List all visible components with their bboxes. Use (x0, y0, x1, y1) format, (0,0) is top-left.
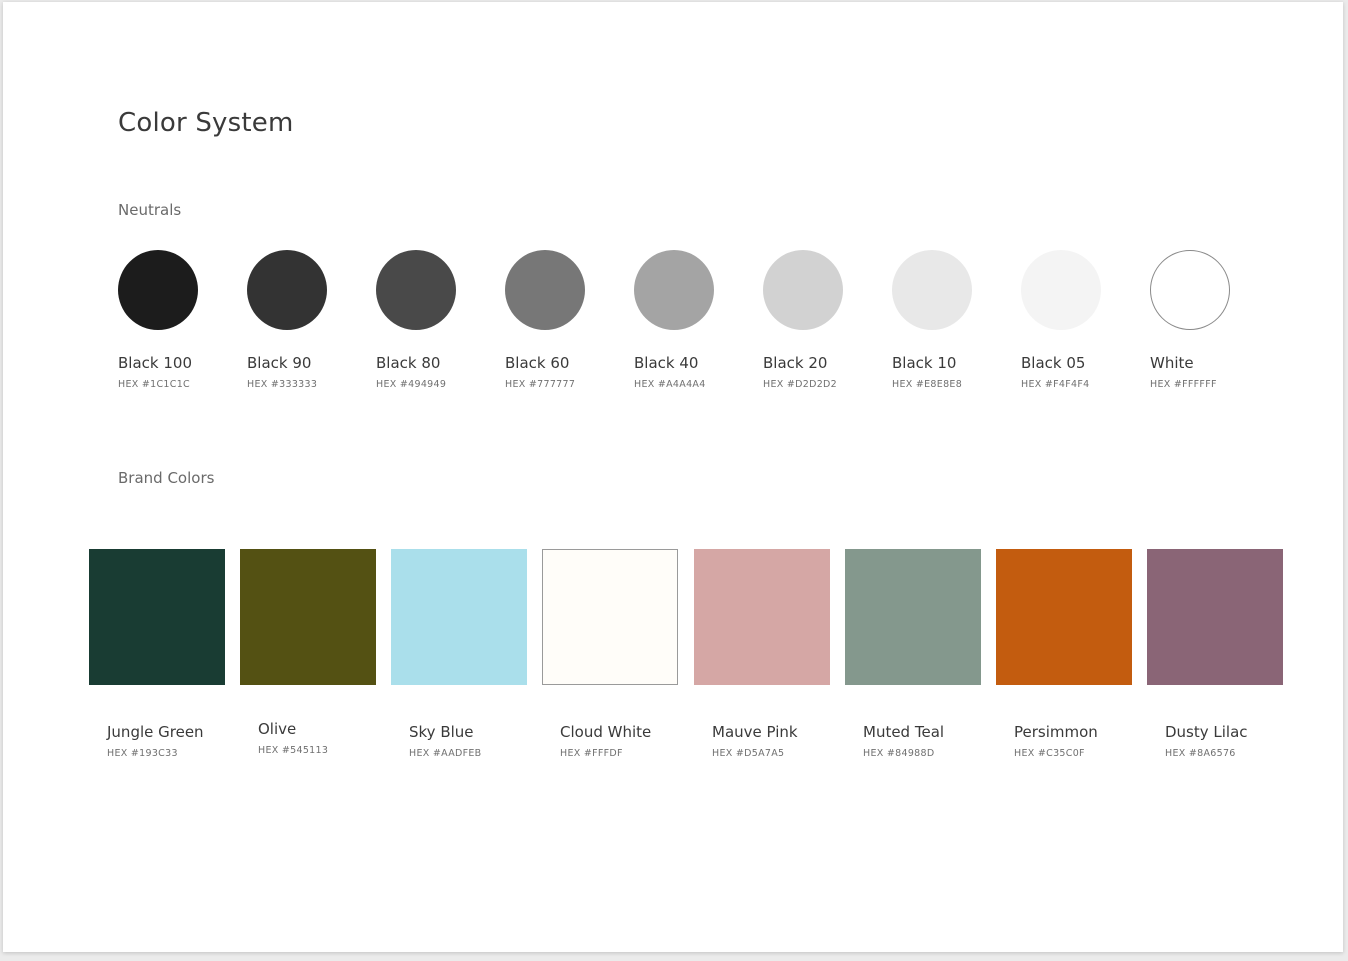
neutral-color-name: White (1150, 354, 1194, 372)
neutral-color-hex: HEX #333333 (247, 379, 318, 390)
neutral-color-hex: HEX #D2D2D2 (763, 379, 838, 390)
brand-color-label: Olive HEX #545113 (258, 720, 398, 756)
brand-color-hex: HEX #D5A7A5 (712, 748, 785, 759)
brand-color-swatch (542, 549, 678, 685)
brand-color-name: Mauve Pink (712, 723, 798, 741)
color-system-sheet: Color System Neutrals Black 100 HEX #1C1… (3, 2, 1343, 952)
neutral-swatch-item: Black 05 HEX #F4F4F4 (1021, 250, 1136, 390)
neutral-color-circle (247, 250, 327, 330)
brand-color-name: Sky Blue (409, 723, 474, 741)
neutral-color-hex: HEX #1C1C1C (118, 379, 190, 390)
neutral-color-hex: HEX #FFFFFF (1150, 379, 1217, 390)
brand-color-label: Muted Teal HEX #84988D (863, 723, 1003, 759)
neutral-color-circle (376, 250, 456, 330)
brand-color-swatch (391, 549, 527, 685)
neutral-swatch-item: Black 90 HEX #333333 (247, 250, 362, 390)
brand-color-name: Dusty Lilac (1165, 723, 1248, 741)
brand-colors-section-label: Brand Colors (118, 469, 215, 487)
neutral-color-circle (118, 250, 198, 330)
neutral-color-hex: HEX #777777 (505, 379, 576, 390)
brand-color-swatch (1147, 549, 1283, 685)
brand-color-label: Dusty Lilac HEX #8A6576 (1165, 723, 1305, 759)
neutral-color-name: Black 80 (376, 354, 441, 372)
brand-color-hex: HEX #C35C0F (1014, 748, 1085, 759)
brand-color-hex: HEX #FFFDF (560, 748, 623, 759)
brand-color-name: Jungle Green (107, 723, 204, 741)
neutral-color-name: Black 90 (247, 354, 312, 372)
neutral-color-circle (634, 250, 714, 330)
brand-color-swatch (240, 549, 376, 685)
neutral-swatch-item: White HEX #FFFFFF (1150, 250, 1265, 390)
neutral-swatch-item: Black 60 HEX #777777 (505, 250, 620, 390)
neutral-color-name: Black 40 (634, 354, 699, 372)
brand-color-swatch (845, 549, 981, 685)
neutral-color-circle (1021, 250, 1101, 330)
brand-color-name: Muted Teal (863, 723, 945, 741)
brand-color-label: Mauve Pink HEX #D5A7A5 (712, 723, 852, 759)
neutral-swatch-item: Black 100 HEX #1C1C1C (118, 250, 233, 390)
neutral-color-name: Black 100 (118, 354, 192, 372)
brand-color-hex: HEX #8A6576 (1165, 748, 1236, 759)
brand-color-swatch (89, 549, 225, 685)
neutral-swatch-item: Black 80 HEX #494949 (376, 250, 491, 390)
neutral-color-name: Black 05 (1021, 354, 1086, 372)
brand-color-label: Jungle Green HEX #193C33 (107, 723, 247, 759)
neutral-color-circle (1150, 250, 1230, 330)
neutral-swatch-item: Black 10 HEX #E8E8E8 (892, 250, 1007, 390)
neutral-color-name: Black 60 (505, 354, 570, 372)
neutral-color-hex: HEX #F4F4F4 (1021, 379, 1090, 390)
brand-color-name: Olive (258, 720, 297, 738)
neutral-color-circle (763, 250, 843, 330)
brand-color-hex: HEX #84988D (863, 748, 935, 759)
brand-color-swatch (694, 549, 830, 685)
page-title: Color System (118, 108, 294, 138)
brand-color-name: Cloud White (560, 723, 652, 741)
brand-color-label: Sky Blue HEX #AADFEB (409, 723, 549, 759)
brand-color-hex: HEX #545113 (258, 745, 329, 756)
brand-color-swatch (996, 549, 1132, 685)
neutral-color-name: Black 10 (892, 354, 957, 372)
brand-color-hex: HEX #AADFEB (409, 748, 482, 759)
neutral-color-circle (505, 250, 585, 330)
neutral-swatch-item: Black 20 HEX #D2D2D2 (763, 250, 878, 390)
neutral-color-hex: HEX #494949 (376, 379, 447, 390)
neutrals-section-label: Neutrals (118, 201, 182, 219)
brand-color-name: Persimmon (1014, 723, 1098, 741)
neutral-color-circle (892, 250, 972, 330)
brand-color-label: Cloud White HEX #FFFDF (560, 723, 700, 759)
neutral-color-hex: HEX #E8E8E8 (892, 379, 963, 390)
neutral-swatch-item: Black 40 HEX #A4A4A4 (634, 250, 749, 390)
brand-color-label: Persimmon HEX #C35C0F (1014, 723, 1154, 759)
neutral-color-name: Black 20 (763, 354, 828, 372)
brand-color-hex: HEX #193C33 (107, 748, 178, 759)
neutral-color-hex: HEX #A4A4A4 (634, 379, 706, 390)
